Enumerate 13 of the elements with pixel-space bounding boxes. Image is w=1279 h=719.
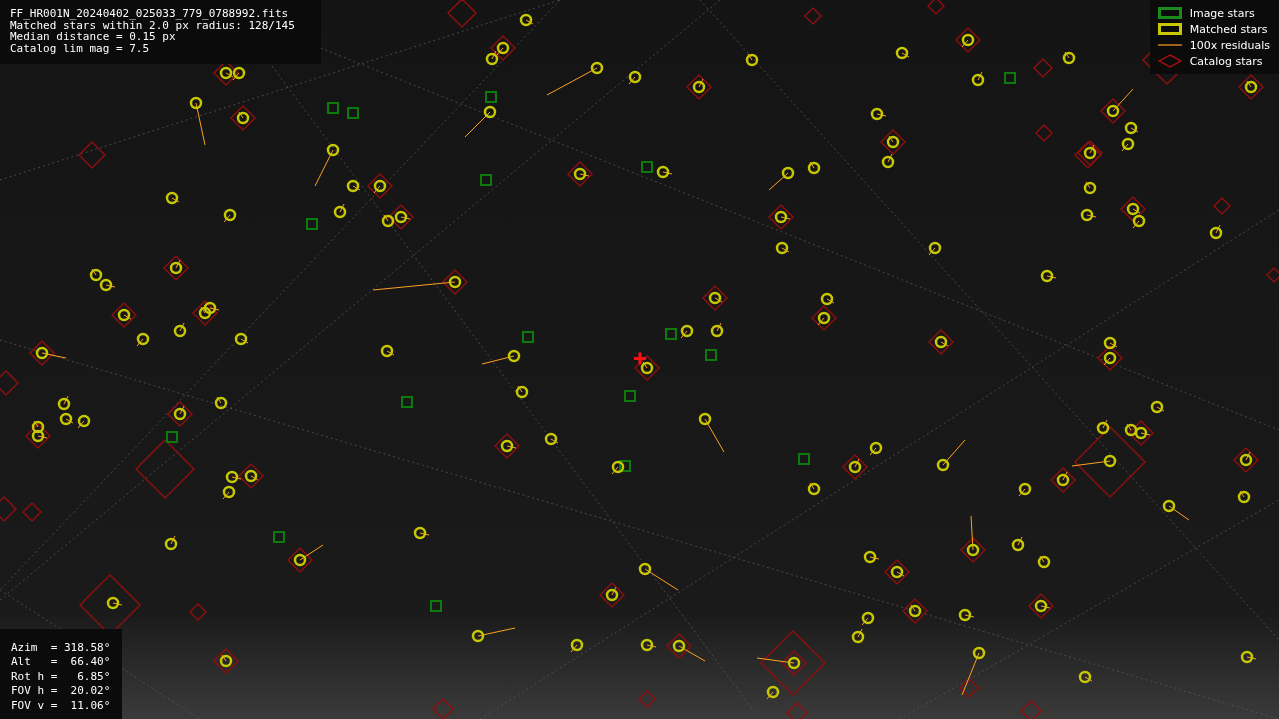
pointing-text: Alt = 66.40° <box>11 655 111 670</box>
pointing-text: FOV h = 20.02° <box>11 684 111 699</box>
header-text: Median distance = 0.15 px <box>10 31 176 43</box>
pointing-text: Azim = 318.58° <box>11 640 111 655</box>
pointing-text: Rot h = 6.85° <box>11 669 111 684</box>
legend-label: Image stars <box>1189 6 1255 20</box>
legend-label: Catalog stars <box>1189 54 1263 68</box>
legend-label: Matched stars <box>1189 22 1268 36</box>
legend-label: 100x residuals <box>1189 38 1270 52</box>
header-text: FF_HR001N_20240402_025033_779_0788992.fits <box>10 8 290 20</box>
header-text: Matched stars within 2.0 px radius: 128/145 <box>10 19 295 31</box>
pointing-text: FOV v = 11.06° <box>11 698 111 713</box>
header-text: Catalog lim mag = 7.5 <box>10 42 151 54</box>
